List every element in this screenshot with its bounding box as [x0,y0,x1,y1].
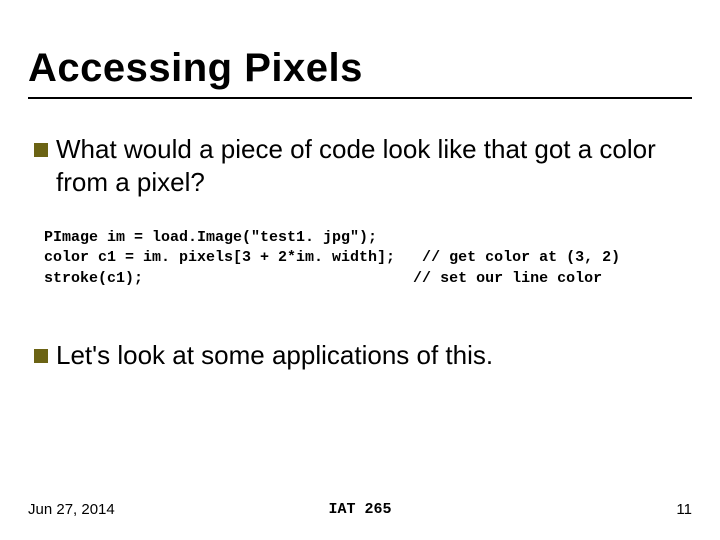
footer-course: IAT 265 [328,501,391,518]
footer-page-number: 11 [676,501,692,518]
slide-title: Accessing Pixels [28,46,692,91]
footer-date: Jun 27, 2014 [28,501,115,518]
slide-body: What would a piece of code look like tha… [28,99,692,371]
bullet-item: What would a piece of code look like tha… [34,133,686,198]
bullet-text: What would a piece of code look like tha… [56,133,686,198]
code-snippet: PImage im = load.Image("test1. jpg"); co… [44,228,686,289]
bullet-item: Let's look at some applications of this. [34,339,686,372]
square-bullet-icon [34,143,48,157]
square-bullet-icon [34,349,48,363]
bullet-text: Let's look at some applications of this. [56,339,686,372]
slide: Accessing Pixels What would a piece of c… [0,0,720,540]
slide-footer: Jun 27, 2014 IAT 265 11 [28,501,692,518]
